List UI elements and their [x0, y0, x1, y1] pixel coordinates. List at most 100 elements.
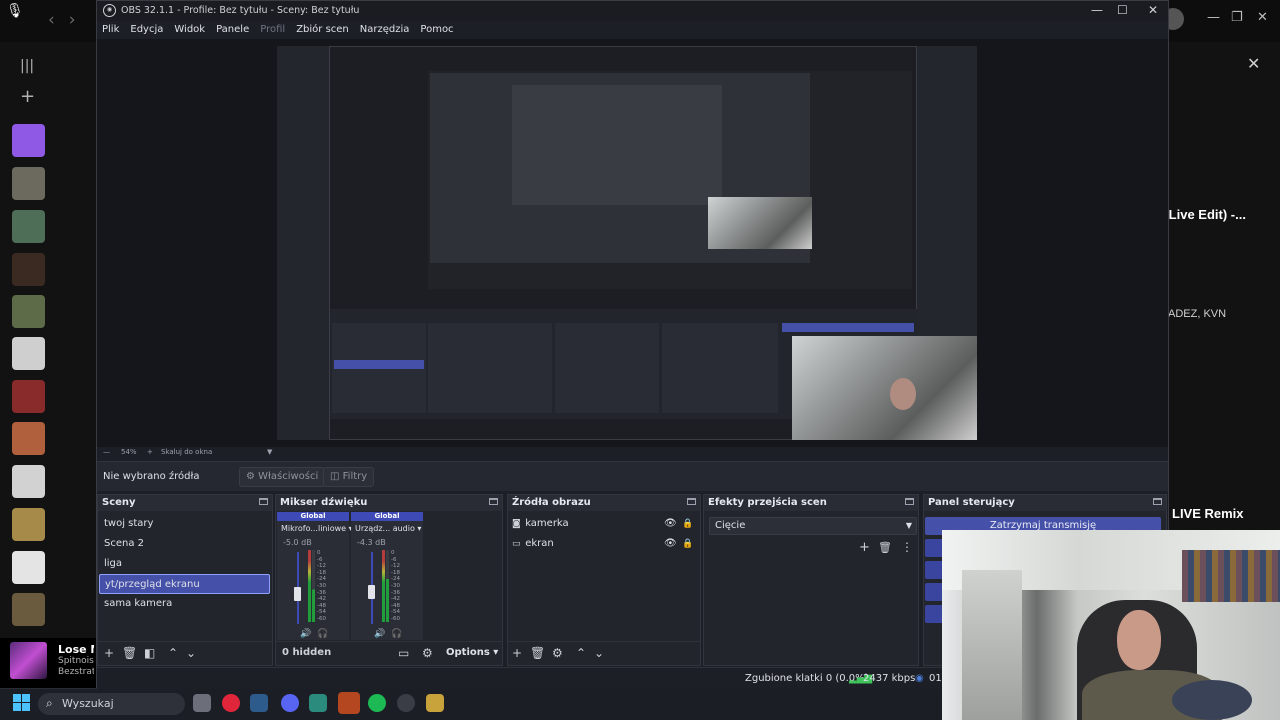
filters-button[interactable]: ◫ Filtry [323, 467, 375, 487]
menu-panele[interactable]: Panele [216, 21, 249, 39]
chevron-down-icon[interactable]: ⌄ [594, 646, 604, 660]
discord-icon[interactable] [281, 694, 299, 712]
chevron-up-icon[interactable]: ⌃ [576, 646, 586, 660]
taskbar-search-placeholder[interactable]: Wyszukaj [62, 697, 114, 710]
undock-icon[interactable] [259, 498, 268, 505]
scene-item[interactable]: sama kamera [99, 594, 270, 614]
add-scene-icon[interactable]: + [104, 646, 114, 660]
options-button[interactable]: Options ▾ [446, 647, 498, 658]
preview-canvas[interactable] [97, 39, 1168, 447]
trash-icon[interactable]: 🗑 [530, 646, 545, 660]
library-tile[interactable] [12, 380, 45, 413]
track-artist-2[interactable]: ADEZ, KVN [1168, 308, 1226, 320]
obs-logo-icon: ◉ [103, 4, 116, 17]
liked-songs-tile[interactable] [12, 124, 45, 157]
zoom-out-icon[interactable]: — [103, 448, 110, 456]
library-tile[interactable] [12, 295, 45, 328]
now-playing-title[interactable]: Lose My [58, 643, 94, 656]
undock-icon[interactable] [489, 498, 498, 505]
app-icon[interactable] [309, 694, 327, 712]
source-item[interactable]: ◙ kamerka 👁 🔒 [512, 514, 698, 534]
menu-pomoc[interactable]: Pomoc [420, 21, 453, 39]
library-tile[interactable] [12, 337, 45, 370]
add-transition-icon[interactable]: + [859, 540, 870, 555]
obs-titlebar: ◉ OBS 32.1.1 - Profile: Bez tytułu - Sce… [97, 1, 1168, 21]
undock-icon[interactable] [905, 498, 914, 505]
plus-icon[interactable]: + [20, 86, 35, 107]
nav-arrows-icon[interactable]: ‹› [48, 10, 90, 30]
spotify-icon[interactable] [368, 694, 386, 712]
track-title-3[interactable]: LIVE Remix [1172, 506, 1244, 521]
more-icon[interactable]: ⋮ [901, 540, 913, 554]
source-item[interactable]: ▭ ekran 👁 🔒 [512, 534, 698, 554]
add-source-icon[interactable]: + [512, 646, 522, 660]
lock-icon[interactable]: 🔒 [682, 534, 693, 554]
advanced-audio-icon[interactable]: ⚙ [422, 646, 433, 660]
zoom-in-icon[interactable]: + [147, 448, 153, 456]
bitrate: 2437 kbps [863, 673, 916, 684]
library-tile[interactable] [12, 253, 45, 286]
volume-meter [386, 550, 389, 622]
volume-slider-handle[interactable] [368, 585, 375, 600]
scene-item-active[interactable]: yt/przegląd ekranu [99, 574, 270, 594]
now-playing-artist[interactable]: Spitnoise [58, 656, 94, 666]
menu-zbior-scen[interactable]: Zbiór scen [296, 21, 349, 39]
menu-narzedzia[interactable]: Narzędzia [360, 21, 410, 39]
restore-icon[interactable]: ❐ [1231, 10, 1243, 25]
mixer-layout-icon[interactable]: ▭ [398, 646, 409, 660]
now-playing-album[interactable]: Bezstratn [58, 667, 94, 677]
menu-plik[interactable]: Plik [102, 21, 119, 39]
menu-edycja[interactable]: Edycja [130, 21, 163, 39]
library-tile[interactable] [12, 593, 45, 626]
windows-start-icon[interactable] [13, 694, 30, 711]
library-tile[interactable] [12, 167, 45, 200]
chevron-down-icon[interactable]: ▼ [267, 448, 272, 456]
obs-taskbar-icon[interactable] [338, 692, 360, 714]
library-tile[interactable] [12, 210, 45, 243]
track-title-1[interactable]: r Live Edit) -... [1160, 207, 1246, 222]
gear-icon[interactable]: ⚙ [552, 646, 563, 660]
scene-item[interactable]: Scena 2 [99, 534, 270, 554]
minimize-icon[interactable]: — [1091, 3, 1103, 17]
file-explorer-icon[interactable] [193, 694, 211, 712]
chevron-down-icon[interactable]: ⌄ [186, 646, 196, 660]
obs-studio-icon[interactable] [397, 694, 415, 712]
eye-icon[interactable]: 👁 [664, 514, 677, 534]
speaker-icon[interactable]: 🔊 [300, 629, 311, 639]
scene-filter-icon[interactable]: ◧ [144, 646, 155, 660]
library-tile[interactable] [12, 551, 45, 584]
trash-icon[interactable]: 🗑 [122, 646, 137, 660]
channel-name[interactable]: Mikrofo...liniowe ▾ [281, 524, 353, 533]
transition-select[interactable]: Cięcie ▼ [709, 517, 917, 535]
maximize-icon[interactable]: ☐ [1117, 3, 1128, 17]
library-tile[interactable] [12, 422, 45, 455]
close-icon[interactable]: ✕ [1148, 3, 1158, 17]
headphones-icon[interactable]: 🎧 [317, 629, 328, 639]
menu-widok[interactable]: Widok [174, 21, 205, 39]
chevron-up-icon[interactable]: ⌃ [168, 646, 178, 660]
app-icon[interactable] [426, 694, 444, 712]
zoom-mode-select[interactable]: Skaluj do okna [161, 448, 212, 456]
close-icon[interactable]: ✕ [1257, 10, 1268, 25]
channel-name[interactable]: Urządz... audio ▾ [355, 524, 421, 533]
minimize-icon[interactable]: — [1207, 10, 1220, 25]
scene-item[interactable]: liga [99, 554, 270, 574]
properties-button[interactable]: ⚙ Właściwości [239, 467, 326, 487]
undock-icon[interactable] [1153, 498, 1162, 505]
volume-slider-handle[interactable] [294, 586, 301, 601]
trash-icon[interactable]: 🗑 [878, 541, 892, 554]
steam-icon[interactable] [250, 694, 268, 712]
headphones-icon[interactable]: 🎧 [391, 629, 402, 639]
scene-item[interactable]: twoj stary [99, 514, 270, 534]
close-panel-icon[interactable]: ✕ [1247, 54, 1260, 73]
now-playing-cover[interactable] [10, 642, 47, 679]
undock-icon[interactable] [687, 498, 696, 505]
menu-profil[interactable]: Profil [260, 21, 285, 39]
eye-icon[interactable]: 👁 [664, 534, 677, 554]
library-tile[interactable] [12, 508, 45, 541]
speaker-icon[interactable]: 🔊 [374, 629, 385, 639]
lock-icon[interactable]: 🔒 [682, 514, 693, 534]
library-icon[interactable]: ||| [20, 58, 34, 74]
library-tile[interactable] [12, 465, 45, 498]
opera-icon[interactable] [222, 694, 240, 712]
